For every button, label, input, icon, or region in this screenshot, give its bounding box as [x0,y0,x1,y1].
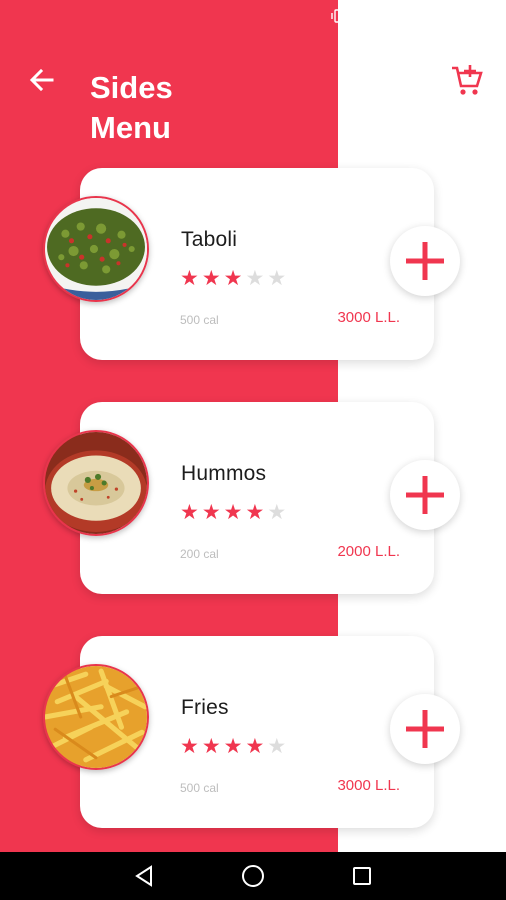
star-icon: ★ [267,267,287,290]
wifi-icon [371,9,387,26]
fries-image [43,664,149,770]
item-calories: 500 cal [180,781,219,795]
star-icon: ★ [201,267,221,290]
star-icon: ★ [223,735,243,758]
item-calories: 500 cal [180,313,219,327]
page-title: Sides Menu [90,70,173,145]
hummus-image [43,430,149,536]
item-price: 3000 L.L. [337,309,400,326]
menu-item-card[interactable]: Taboli ★ ★ ★ ★ ★ 500 cal 3000 L.L. [43,168,460,360]
signal-icon [393,9,409,26]
plus-icon [406,242,444,280]
cart-button[interactable] [446,60,486,100]
item-name: Fries [181,696,229,719]
star-rating: ★ ★ ★ ★ ★ [180,502,286,524]
status-time: 5:12 pm [441,8,496,26]
item-price: 3000 L.L. [337,777,400,794]
menu-item-card[interactable]: Fries ★ ★ ★ ★ ★ 500 cal 3000 L.L. [43,636,460,828]
battery-level: 69 [417,11,429,23]
nav-back-button[interactable] [129,861,159,891]
star-icon: ★ [201,735,221,758]
add-to-cart-icon [452,65,483,95]
menu-item-card[interactable]: Hummos ★ ★ ★ ★ ★ 200 cal 2000 L.L. [43,402,460,594]
back-button[interactable] [24,62,60,98]
item-price: 2000 L.L. [337,543,400,560]
item-name: Taboli [181,228,238,251]
system-nav-bar [0,852,506,900]
recents-square-icon [352,867,371,885]
star-icon: ★ [267,735,287,758]
item-calories: 200 cal [180,547,219,561]
nav-recents-button[interactable] [347,861,377,891]
star-icon: ★ [180,735,199,758]
home-circle-icon [241,865,264,887]
star-icon: ★ [223,267,243,290]
star-icon: ★ [245,501,265,524]
star-icon: ★ [267,501,287,524]
star-icon: ★ [180,501,199,524]
add-to-cart-button[interactable] [390,226,460,296]
add-to-cart-button[interactable] [390,694,460,764]
add-to-cart-button[interactable] [390,460,460,530]
alarm-icon [351,9,365,26]
nav-home-button[interactable] [238,861,268,891]
plus-icon [406,476,444,514]
star-icon: ★ [201,501,221,524]
star-icon: ★ [245,267,265,290]
star-icon: ★ [245,735,265,758]
status-bar: 69 5:12 pm [0,0,506,34]
star-rating: ★ ★ ★ ★ ★ [180,268,286,290]
battery-icon: 69 [414,10,432,24]
item-name: Hummos [181,462,267,485]
star-rating: ★ ★ ★ ★ ★ [180,736,286,758]
vibrate-icon [330,8,345,26]
star-icon: ★ [223,501,243,524]
plus-icon [406,710,444,748]
star-icon: ★ [180,267,199,290]
tabbouleh-image [43,196,149,302]
back-triangle-icon [135,865,153,887]
arrow-left-icon [29,68,54,92]
